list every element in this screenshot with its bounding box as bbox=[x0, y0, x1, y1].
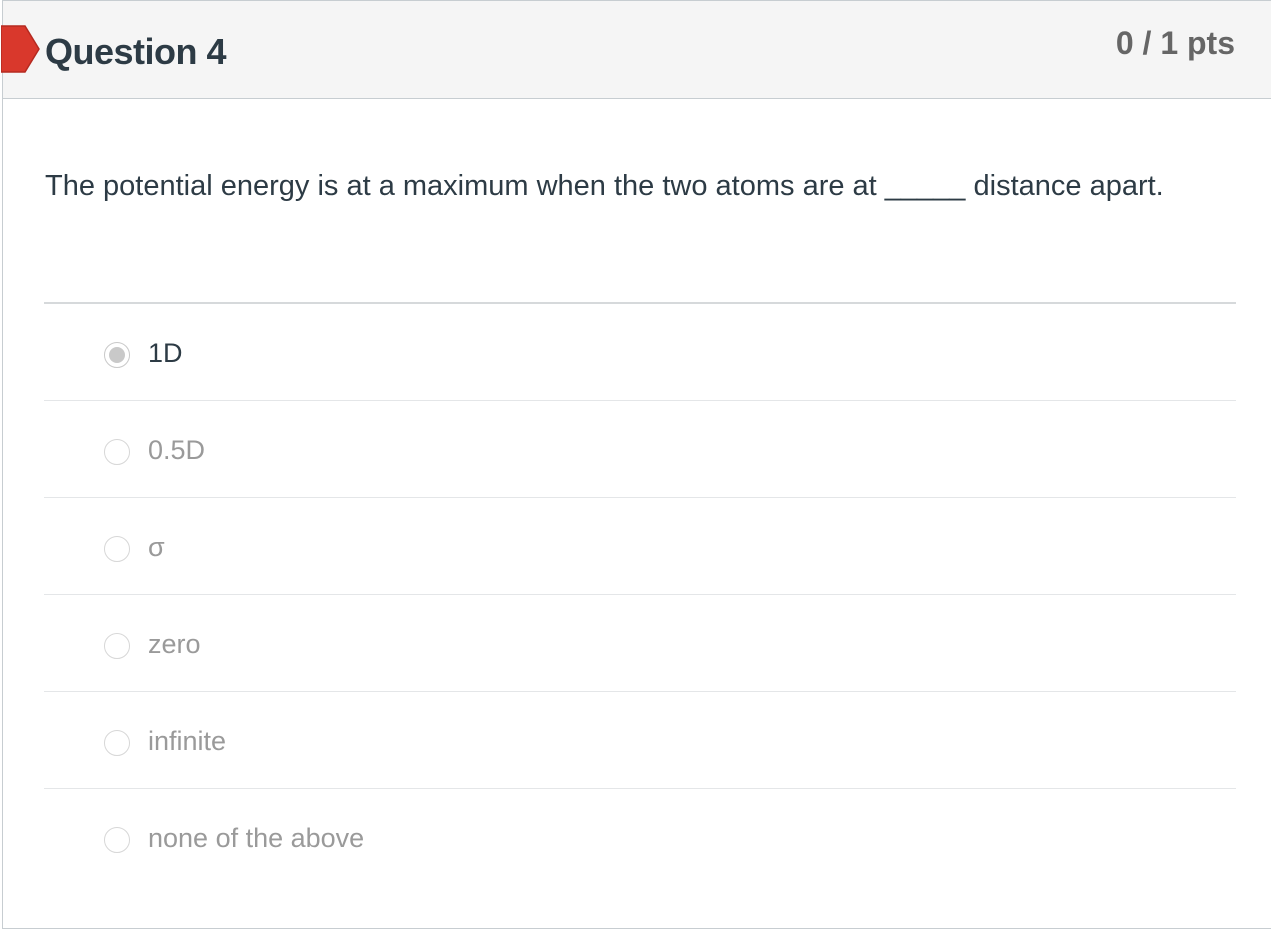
question-header: Question 4 0 / 1 pts bbox=[1, 1, 1271, 99]
answer-option[interactable]: 0.5D bbox=[44, 401, 1236, 498]
question-card: Question 4 0 / 1 pts The potential energ… bbox=[1, 0, 1271, 929]
answer-label: 1D bbox=[148, 338, 183, 368]
radio-icon[interactable] bbox=[104, 439, 130, 465]
answer-option[interactable]: zero bbox=[44, 595, 1236, 692]
answer-label: infinite bbox=[148, 726, 227, 756]
answer-label: 0.5D bbox=[148, 435, 206, 465]
radio-icon[interactable] bbox=[104, 633, 130, 659]
radio-icon[interactable] bbox=[104, 730, 130, 756]
answer-list: 1D 0.5D σ zero infinite none of the abov… bbox=[44, 302, 1236, 886]
answer-option[interactable]: none of the above bbox=[44, 789, 1236, 886]
quiz-page: Question 4 0 / 1 pts The potential energ… bbox=[0, 0, 1271, 932]
question-prompt: The potential energy is at a maximum whe… bbox=[45, 170, 1164, 202]
answer-option[interactable]: σ bbox=[44, 498, 1236, 595]
question-points: 0 / 1 pts bbox=[1115, 25, 1235, 61]
radio-icon[interactable] bbox=[104, 827, 130, 853]
radio-selected-icon[interactable] bbox=[104, 342, 130, 368]
radio-icon[interactable] bbox=[104, 536, 130, 562]
answer-option[interactable]: infinite bbox=[44, 692, 1236, 789]
incorrect-flag-icon bbox=[1, 25, 40, 73]
answer-option[interactable]: 1D bbox=[44, 304, 1236, 401]
answer-label: zero bbox=[148, 629, 201, 659]
question-title: Question 4 bbox=[45, 31, 227, 72]
answer-label: σ bbox=[148, 532, 165, 562]
answer-label: none of the above bbox=[148, 823, 365, 853]
